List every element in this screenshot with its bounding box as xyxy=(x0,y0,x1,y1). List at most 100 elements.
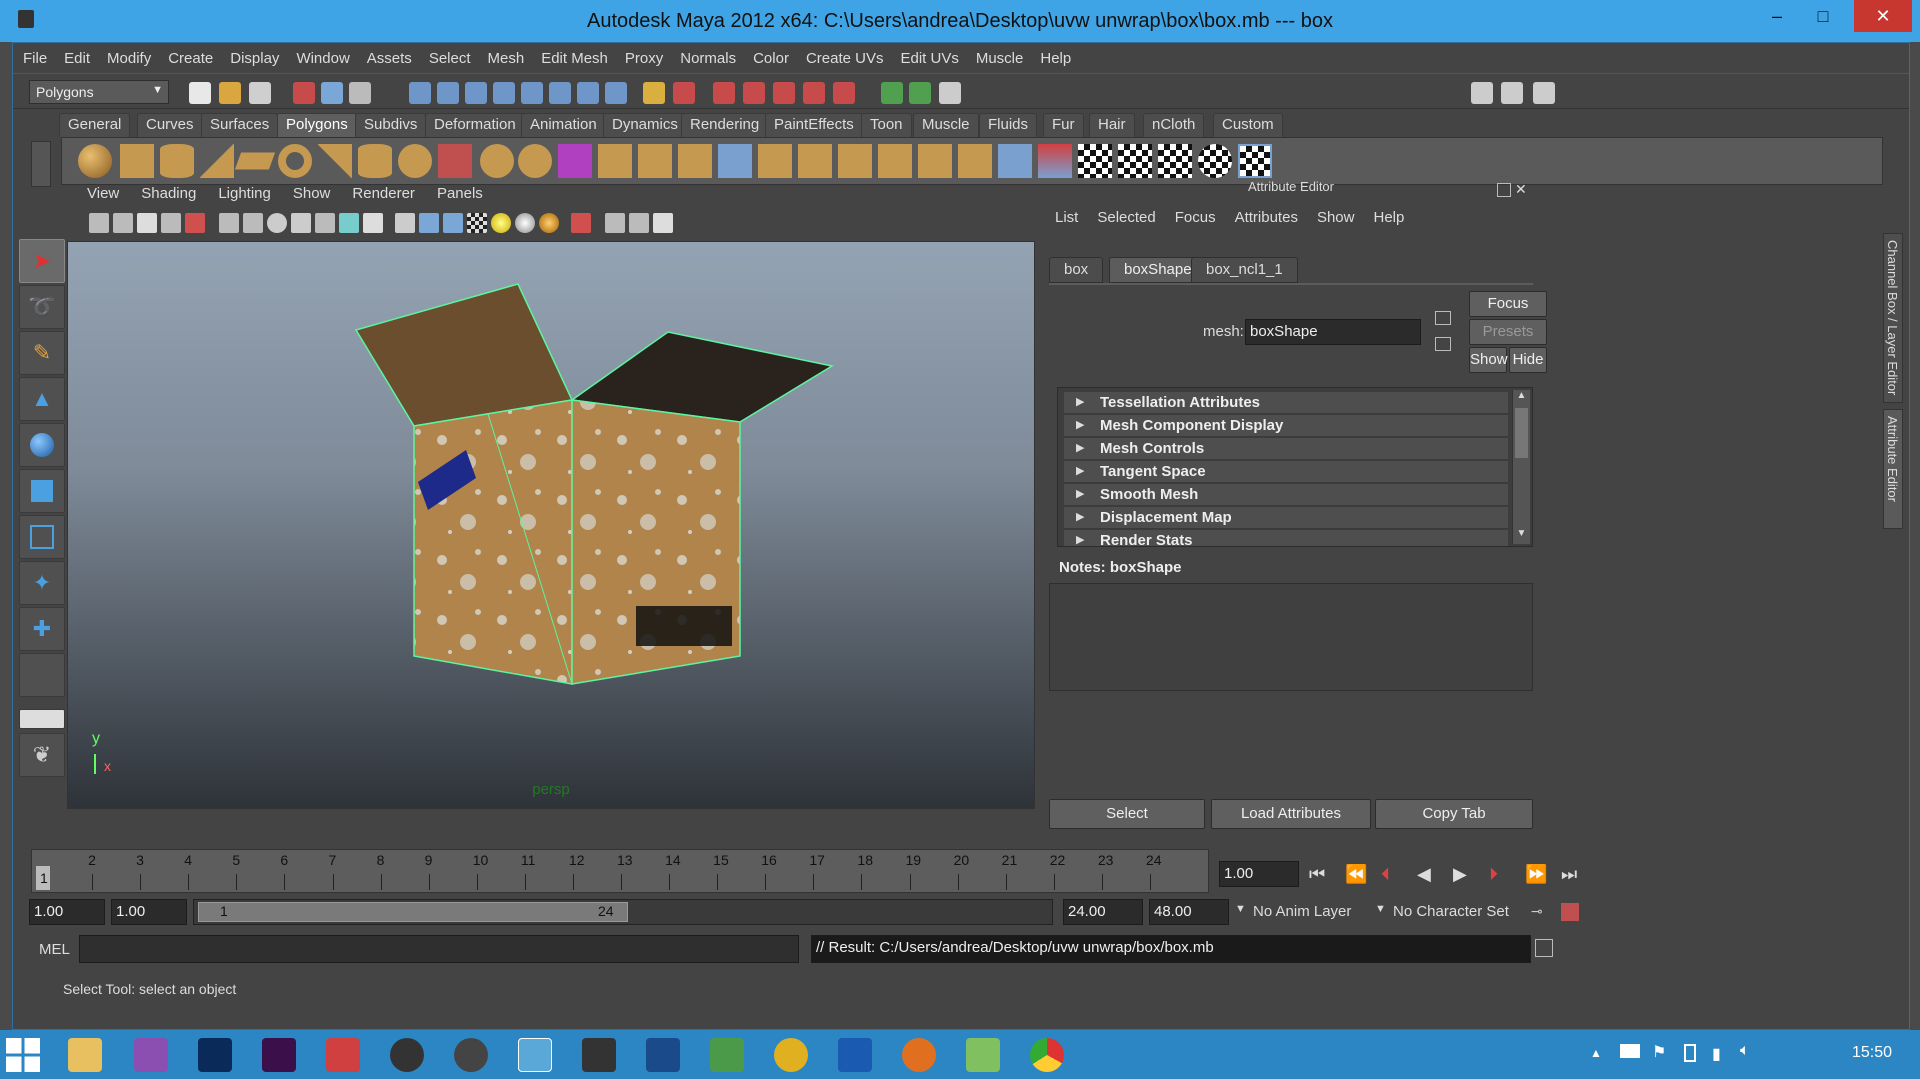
section-tangent-space[interactable]: ▶ Tangent Space xyxy=(1064,461,1508,483)
script-language-toggle[interactable]: MEL xyxy=(39,941,70,958)
ipr-render-icon[interactable] xyxy=(773,82,795,104)
end-time-field[interactable]: 48.00 xyxy=(1149,899,1229,925)
menu-create-uvs[interactable]: Create UVs xyxy=(806,50,884,67)
poly-soccer-ball-icon[interactable] xyxy=(398,144,432,178)
clipboard-icon[interactable] xyxy=(939,82,961,104)
bevel-icon[interactable] xyxy=(758,144,792,178)
safe-title-icon[interactable] xyxy=(363,213,383,233)
sculpt-geometry-icon[interactable] xyxy=(1038,144,1072,178)
render-settings-icon[interactable] xyxy=(803,82,825,104)
append-polygon-icon[interactable] xyxy=(638,144,672,178)
tab-general[interactable]: General xyxy=(59,113,131,137)
checker-map-1-icon[interactable] xyxy=(1078,144,1112,178)
tab-hair[interactable]: Hair xyxy=(1089,113,1135,137)
select-button[interactable]: Select xyxy=(1049,799,1205,829)
volume-icon[interactable]: 🔈︎ xyxy=(1740,1042,1750,1060)
insert-edge-loop-icon[interactable] xyxy=(718,144,752,178)
planar-mapping-icon[interactable] xyxy=(838,144,872,178)
shadows-icon[interactable] xyxy=(515,213,535,233)
select-hierarchy-icon[interactable] xyxy=(293,82,315,104)
menu-modify[interactable]: Modify xyxy=(107,50,151,67)
viewport-persp[interactable]: y x persp xyxy=(67,241,1035,809)
command-input[interactable] xyxy=(79,935,799,963)
tab-rendering[interactable]: Rendering xyxy=(681,113,769,137)
ae-menu-attributes[interactable]: Attributes xyxy=(1235,209,1298,226)
current-time-field[interactable]: 1.00 xyxy=(1219,861,1299,887)
float-panel-icon[interactable] xyxy=(1497,183,1511,197)
menu-proxy[interactable]: Proxy xyxy=(625,50,663,67)
soft-modification-tool-icon[interactable]: ✦ xyxy=(19,561,65,605)
app-icon-9[interactable] xyxy=(582,1038,616,1072)
scroll-down-icon[interactable]: ▼ xyxy=(1513,528,1530,544)
tab-channel-box-layer-editor[interactable]: Channel Box / Layer Editor xyxy=(1883,233,1903,403)
camera-bookmark-icon[interactable] xyxy=(113,213,133,233)
poly-torus-icon[interactable] xyxy=(278,144,312,178)
viewport-menu-renderer[interactable]: Renderer xyxy=(352,185,415,202)
tab-dynamics[interactable]: Dynamics xyxy=(603,113,687,137)
step-forward-key-icon[interactable]: ⏩ xyxy=(1525,864,1553,885)
scale-tool-icon[interactable] xyxy=(19,469,65,513)
play-forwards-icon[interactable]: ▶ xyxy=(1453,864,1481,885)
section-render-stats[interactable]: ▶ Render Stats xyxy=(1064,530,1508,546)
lock-icon[interactable] xyxy=(643,82,665,104)
tab-subdivs[interactable]: Subdivs xyxy=(355,113,427,137)
hide-button[interactable]: Hide xyxy=(1509,347,1547,373)
output-connection-icon[interactable] xyxy=(1435,337,1451,351)
checker-map-5-icon[interactable] xyxy=(1238,144,1272,178)
tab-animation[interactable]: Animation xyxy=(521,113,606,137)
poly-cylinder-icon[interactable] xyxy=(160,144,194,178)
bridge-icon[interactable] xyxy=(598,144,632,178)
wireframe-on-shaded-icon[interactable] xyxy=(443,213,463,233)
image-plane-icon[interactable] xyxy=(137,213,157,233)
menu-normals[interactable]: Normals xyxy=(680,50,736,67)
menu-edit-uvs[interactable]: Edit UVs xyxy=(900,50,958,67)
paint-select-tool-icon[interactable]: ✎ xyxy=(19,331,65,375)
auto-key-icon[interactable]: ⊸ xyxy=(1531,903,1555,919)
go-to-start-icon[interactable]: ⏮ xyxy=(1309,864,1337,885)
grid-icon[interactable] xyxy=(219,213,239,233)
focus-button[interactable]: Focus xyxy=(1469,291,1547,317)
tab-ncloth[interactable]: nCloth xyxy=(1143,113,1205,137)
taskbar-clock[interactable]: 15:50 xyxy=(1852,1044,1892,1062)
menu-edit[interactable]: Edit xyxy=(64,50,90,67)
show-manipulator-icon[interactable]: ✚ xyxy=(19,607,65,651)
maya-task-icon[interactable] xyxy=(518,1038,552,1072)
step-back-frame-icon[interactable]: ⏴ xyxy=(1381,864,1409,885)
combine-icon[interactable] xyxy=(438,144,472,178)
camera-attributes-icon[interactable] xyxy=(89,213,109,233)
mesh-name-field[interactable]: boxShape xyxy=(1245,319,1421,345)
magnet-icon[interactable] xyxy=(833,82,855,104)
tab-painteffects[interactable]: PaintEffects xyxy=(765,113,863,137)
field-chart-icon[interactable] xyxy=(315,213,335,233)
rename-icon[interactable] xyxy=(909,82,931,104)
poly-pyramid-icon[interactable] xyxy=(318,144,352,178)
show-channel-box-icon[interactable] xyxy=(1533,82,1555,104)
section-smooth-mesh[interactable]: ▶ Smooth Mesh xyxy=(1064,484,1508,506)
isolate-select-icon[interactable] xyxy=(571,213,591,233)
snap-curve-icon[interactable] xyxy=(437,82,459,104)
cylindrical-mapping-icon[interactable] xyxy=(878,144,912,178)
menu-select[interactable]: Select xyxy=(429,50,471,67)
menu-muscle[interactable]: Muscle xyxy=(976,50,1024,67)
snap-live-icon[interactable] xyxy=(577,82,599,104)
two-d-pan-icon[interactable] xyxy=(161,213,181,233)
automatic-mapping-icon[interactable] xyxy=(958,144,992,178)
xray-icon[interactable] xyxy=(605,213,625,233)
extrude-icon[interactable] xyxy=(558,144,592,178)
character-set-dropdown[interactable]: ▼ No Character Set xyxy=(1375,899,1525,925)
app-icon-7[interactable] xyxy=(454,1038,488,1072)
ae-menu-show[interactable]: Show xyxy=(1317,209,1355,226)
safe-action-icon[interactable] xyxy=(339,213,359,233)
tab-curves[interactable]: Curves xyxy=(137,113,203,137)
section-displacement-map[interactable]: ▶ Displacement Map xyxy=(1064,507,1508,529)
menu-mesh[interactable]: Mesh xyxy=(488,50,525,67)
resolution-gate-icon[interactable] xyxy=(267,213,287,233)
menu-assets[interactable]: Assets xyxy=(367,50,412,67)
ae-menu-help[interactable]: Help xyxy=(1373,209,1404,226)
playback-end-field[interactable]: 24.00 xyxy=(1063,899,1143,925)
poly-pipe-icon[interactable] xyxy=(358,144,392,178)
animation-preferences-icon[interactable] xyxy=(1561,903,1579,921)
attribute-list-scrollbar[interactable]: ▲ ▼ xyxy=(1512,390,1530,544)
tab-toon[interactable]: Toon xyxy=(861,113,912,137)
viewport-menu-view[interactable]: View xyxy=(87,185,119,202)
